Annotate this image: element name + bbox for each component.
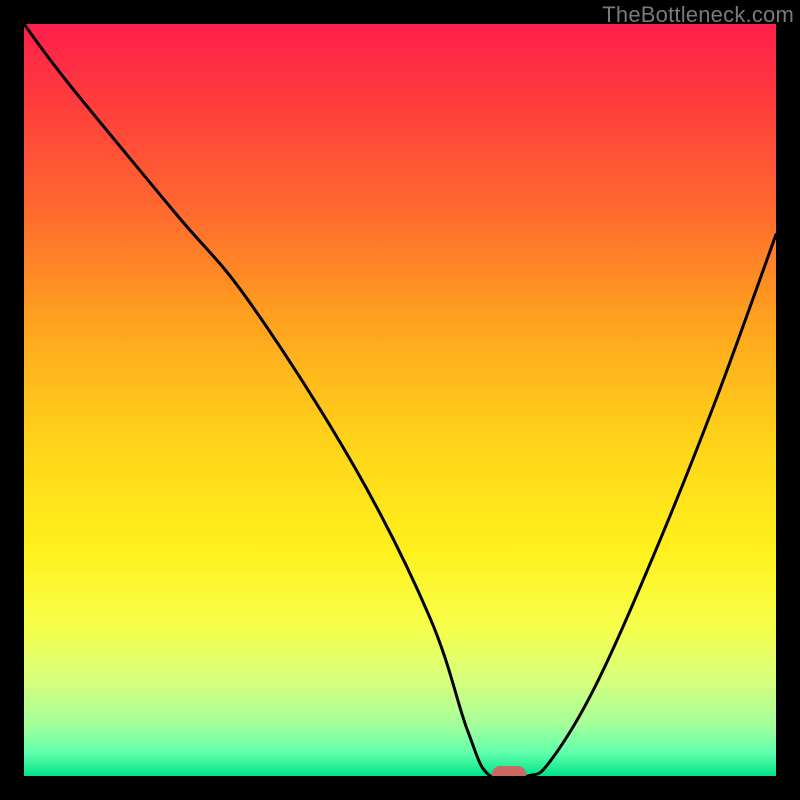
plot-area [24,24,776,776]
bottleneck-curve [24,24,776,776]
curve-layer [24,24,776,776]
optimal-marker [492,766,526,776]
watermark-label: TheBottleneck.com [602,2,794,28]
chart-container: TheBottleneck.com [0,0,800,800]
